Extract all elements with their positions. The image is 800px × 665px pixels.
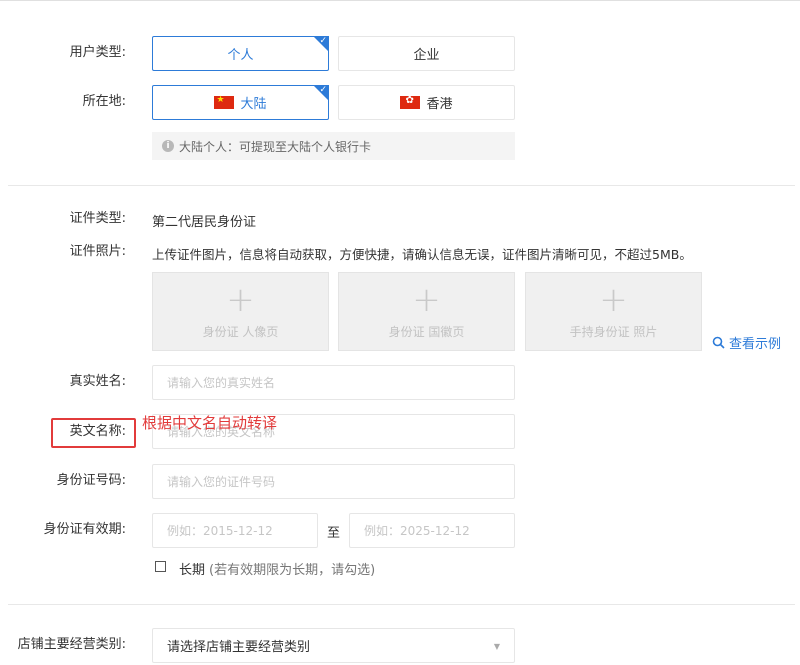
user-type-personal-option[interactable]: 个人 ✓ [152, 36, 329, 71]
china-flag-icon [214, 95, 235, 109]
plus-icon: + [226, 280, 255, 320]
location-hongkong-option[interactable]: 香港 [338, 85, 515, 120]
long-term-hint: (若有效期限为长期，请勾选) [209, 563, 376, 578]
id-type-label: 证件类型: [69, 211, 126, 226]
top-border [0, 0, 800, 1]
upload-caption: 手持身份证 照片 [569, 325, 658, 339]
caret-down-icon: ▼ [493, 642, 500, 651]
id-number-label: 身份证号码: [56, 473, 126, 488]
upload-id-handheld[interactable]: + 手持身份证 照片 [525, 272, 702, 351]
upload-caption: 身份证 国徽页 [388, 325, 465, 339]
upload-id-front[interactable]: + 身份证 人像页 [152, 272, 329, 351]
section-divider [8, 185, 795, 186]
store-category-label: 店铺主要经营类别: [17, 637, 126, 652]
upload-id-back[interactable]: + 身份证 国徽页 [338, 272, 515, 351]
store-category-select[interactable]: 请选择店铺主要经营类别 ▼ [152, 628, 515, 663]
real-name-label: 真实姓名: [69, 374, 126, 389]
id-number-input[interactable] [152, 464, 515, 499]
location-mainland-label: 大陆 [240, 97, 267, 112]
location-hongkong-label: 香港 [426, 97, 453, 112]
user-type-enterprise-option[interactable]: 企业 [338, 36, 515, 71]
info-icon: i [162, 140, 174, 152]
id-validity-start-input[interactable] [152, 513, 318, 548]
location-note-text: 大陆个人：可提现至大陆个人银行卡 [179, 139, 372, 154]
id-photo-label: 证件照片: [69, 244, 126, 259]
location-label: 所在地: [82, 94, 126, 109]
section-divider [8, 604, 795, 605]
store-category-placeholder: 请选择店铺主要经营类别 [167, 640, 311, 655]
real-name-input[interactable] [152, 365, 515, 400]
user-type-label: 用户类型: [69, 45, 126, 60]
check-icon: ✓ [319, 36, 327, 46]
check-icon: ✓ [319, 85, 327, 95]
english-name-annotation: 根据中文名自动转译 [142, 414, 278, 432]
hong-kong-flag-icon [400, 95, 421, 109]
id-validity-separator: 至 [327, 526, 341, 541]
view-example-label: 查看示例 [729, 337, 782, 352]
id-type-value: 第二代居民身份证 [152, 215, 257, 230]
location-mainland-option[interactable]: 大陆 ✓ [152, 85, 329, 120]
view-example-link[interactable]: 查看示例 [712, 333, 781, 352]
id-validity-label: 身份证有效期: [43, 522, 126, 537]
plus-icon: + [599, 280, 628, 320]
user-type-personal-label: 个人 [227, 48, 254, 63]
id-validity-end-input[interactable] [349, 513, 515, 548]
location-note: i 大陆个人：可提现至大陆个人银行卡 [152, 132, 515, 160]
id-photo-hint: 上传证件图片，信息将自动获取，方便快捷，请确认信息无误，证件图片清晰可见，不超过… [152, 247, 692, 262]
long-term-label: 长期 [179, 563, 206, 578]
english-name-label: 英文名称: [69, 424, 126, 439]
plus-icon: + [412, 280, 441, 320]
search-icon [712, 336, 725, 349]
user-type-enterprise-label: 企业 [413, 48, 440, 63]
long-term-checkbox[interactable] [155, 561, 166, 572]
upload-caption: 身份证 人像页 [202, 325, 279, 339]
